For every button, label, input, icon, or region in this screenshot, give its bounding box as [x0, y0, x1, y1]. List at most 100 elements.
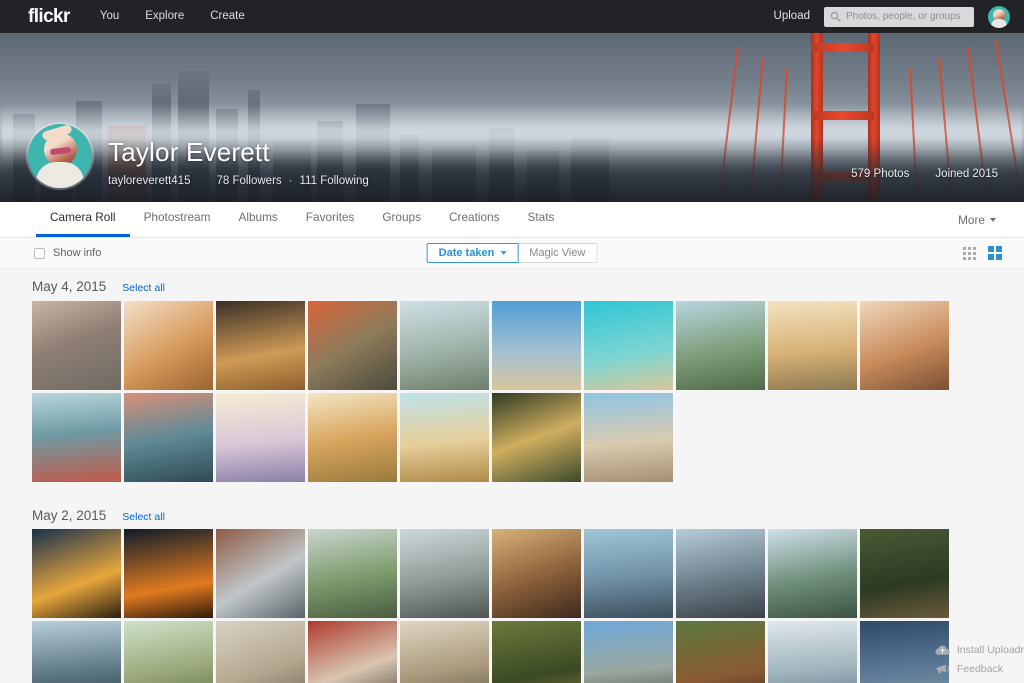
chevron-down-icon — [500, 251, 506, 255]
select-all-link[interactable]: Select all — [122, 512, 165, 523]
nav-link-explore[interactable]: Explore — [145, 11, 184, 23]
more-menu-button[interactable]: More — [958, 202, 1002, 237]
photo-image — [216, 621, 305, 683]
photo-thumbnail[interactable] — [32, 301, 121, 390]
photo-thumbnail[interactable] — [676, 301, 765, 390]
grid-small-icon[interactable] — [963, 247, 976, 260]
photo-thumbnail[interactable] — [32, 529, 121, 618]
photo-image — [492, 301, 581, 390]
date-taken-label: Date taken — [439, 248, 495, 259]
tab-camera-roll[interactable]: Camera Roll — [36, 202, 130, 237]
section-date: May 2, 2015 — [32, 509, 106, 523]
feedback-button[interactable]: Feedback — [935, 663, 1024, 675]
megaphone-icon — [935, 663, 950, 675]
photo-thumbnail[interactable] — [492, 301, 581, 390]
photo-thumbnail[interactable] — [584, 621, 673, 683]
photo-thumbnail[interactable] — [216, 301, 305, 390]
photo-thumbnail[interactable] — [768, 621, 857, 683]
photo-thumbnail[interactable] — [124, 301, 213, 390]
nav-link-create[interactable]: Create — [210, 11, 245, 23]
chevron-down-icon — [990, 218, 996, 222]
photo-section-may-2: May 2, 2015 Select all — [28, 498, 996, 683]
nav-link-you[interactable]: You — [100, 11, 119, 23]
photo-thumbnail[interactable] — [768, 301, 857, 390]
cloud-upload-icon — [935, 644, 950, 656]
photo-thumbnail[interactable] — [216, 621, 305, 683]
photo-image — [124, 393, 213, 482]
photo-thumbnail[interactable] — [400, 529, 489, 618]
photo-thumbnail[interactable] — [124, 393, 213, 482]
photo-image — [400, 301, 489, 390]
photo-thumbnail[interactable] — [216, 393, 305, 482]
magic-view-button[interactable]: Magic View — [518, 243, 597, 263]
photo-thumbnail[interactable] — [216, 529, 305, 618]
page-title: Taylor Everett — [108, 138, 369, 167]
tab-stats[interactable]: Stats — [514, 202, 569, 237]
photo-image — [492, 529, 581, 618]
photo-image — [216, 301, 305, 390]
photo-image — [400, 529, 489, 618]
camera-roll-content: May 4, 2015 Select all May 2, 2015 Selec… — [0, 269, 1024, 683]
photo-image — [32, 529, 121, 618]
tab-photostream[interactable]: Photostream — [130, 202, 225, 237]
photo-section-may-4: May 4, 2015 Select all — [28, 269, 996, 482]
install-uploadr-button[interactable]: Install Uploadr — [935, 644, 1024, 656]
section-date: May 4, 2015 — [32, 280, 106, 294]
photo-thumbnail[interactable] — [400, 301, 489, 390]
camera-roll-toolbar: Show info Date taken Magic View — [0, 238, 1024, 269]
photo-image — [676, 301, 765, 390]
following-count[interactable]: 111 Following — [300, 175, 369, 187]
search-input[interactable]: Photos, people, or groups — [824, 7, 974, 27]
photo-thumbnail[interactable] — [860, 301, 949, 390]
photo-thumbnail[interactable] — [492, 393, 581, 482]
photo-image — [216, 529, 305, 618]
photo-image — [492, 621, 581, 683]
photo-thumbnail[interactable] — [32, 393, 121, 482]
grid-large-icon[interactable] — [988, 246, 1002, 260]
followers-count[interactable]: 78 Followers — [216, 175, 281, 187]
photo-thumbnail[interactable] — [32, 621, 121, 683]
tab-groups[interactable]: Groups — [368, 202, 435, 237]
photo-thumbnail[interactable] — [124, 529, 213, 618]
tab-favorites[interactable]: Favorites — [292, 202, 369, 237]
photo-thumbnail[interactable] — [492, 621, 581, 683]
flickr-logo[interactable]: flickr — [28, 7, 70, 26]
photo-thumbnail[interactable] — [768, 529, 857, 618]
photo-image — [400, 621, 489, 683]
photo-thumbnail[interactable] — [308, 301, 397, 390]
photo-image — [584, 301, 673, 390]
date-taken-button[interactable]: Date taken — [427, 243, 519, 263]
profile-avatar[interactable] — [28, 124, 92, 188]
show-info-checkbox[interactable] — [34, 248, 45, 259]
show-info-toggle[interactable]: Show info — [34, 248, 101, 259]
photo-image — [32, 301, 121, 390]
tab-albums[interactable]: Albums — [224, 202, 291, 237]
section-header: May 2, 2015 Select all — [28, 498, 996, 530]
nav-right-group: Upload Photos, people, or groups — [774, 6, 1010, 28]
photo-thumbnail[interactable] — [676, 621, 765, 683]
section-spacer — [28, 482, 996, 498]
photo-image — [308, 621, 397, 683]
photo-thumbnail[interactable] — [400, 393, 489, 482]
select-all-link[interactable]: Select all — [122, 283, 165, 294]
upload-button[interactable]: Upload — [774, 11, 810, 23]
photo-thumbnail[interactable] — [676, 529, 765, 618]
photo-thumbnail[interactable] — [308, 393, 397, 482]
photo-thumbnail[interactable] — [492, 529, 581, 618]
photo-image — [768, 301, 857, 390]
photo-thumbnail[interactable] — [584, 301, 673, 390]
photo-thumbnail[interactable] — [308, 529, 397, 618]
profile-username[interactable]: tayloreverett415 — [108, 175, 190, 187]
photo-thumbnail[interactable] — [584, 393, 673, 482]
profile-cover-photo[interactable]: Taylor Everett tayloreverett415 78 Follo… — [0, 33, 1024, 202]
tab-creations[interactable]: Creations — [435, 202, 514, 237]
photo-thumbnail[interactable] — [584, 529, 673, 618]
photo-thumbnail[interactable] — [400, 621, 489, 683]
photo-image — [308, 529, 397, 618]
section-header: May 4, 2015 Select all — [28, 269, 996, 301]
avatar[interactable] — [988, 6, 1010, 28]
photo-thumbnail[interactable] — [860, 529, 949, 618]
photo-thumbnail[interactable] — [308, 621, 397, 683]
photo-thumbnail[interactable] — [124, 621, 213, 683]
grid-size-toggles — [963, 246, 1002, 260]
